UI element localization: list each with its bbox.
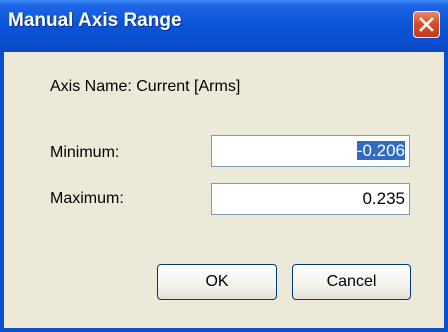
maximum-label: Maximum: <box>50 190 124 207</box>
axis-name-text: Axis Name: Current [Arms] <box>50 78 241 95</box>
cancel-button[interactable]: Cancel <box>292 264 411 300</box>
title-bar[interactable]: Manual Axis Range <box>0 0 448 52</box>
manual-axis-range-dialog: Manual Axis Range Axis Name: Current [Ar… <box>0 0 448 332</box>
close-button[interactable] <box>413 11 440 38</box>
minimum-value: -0.206 <box>356 141 405 160</box>
ok-button[interactable]: OK <box>157 264 277 300</box>
close-icon <box>419 17 434 32</box>
minimum-label: Minimum: <box>50 144 120 161</box>
minimum-input[interactable]: -0.206 <box>211 135 410 167</box>
maximum-input[interactable]: 0.235 <box>211 183 410 215</box>
maximum-value: 0.235 <box>362 189 405 208</box>
dialog-title: Manual Axis Range <box>8 10 182 31</box>
